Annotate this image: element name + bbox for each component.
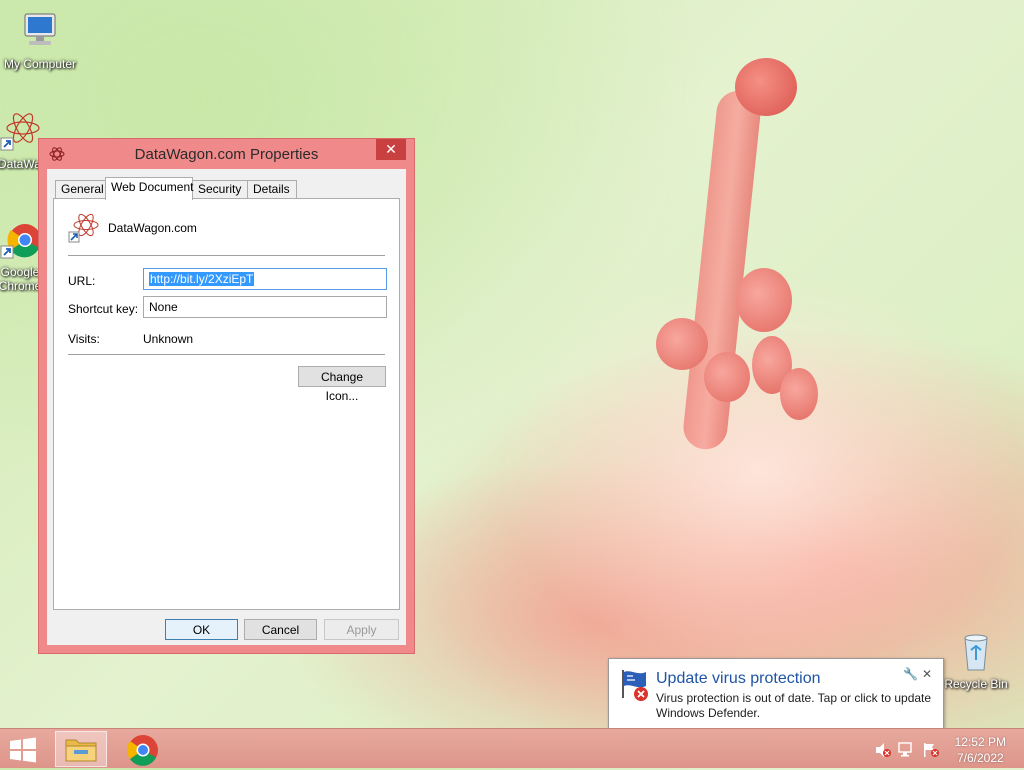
notification-title: Update virus protection bbox=[656, 670, 821, 687]
window-titlebar[interactable]: DataWagon.com Properties ✕ bbox=[39, 139, 414, 169]
network-icon[interactable] bbox=[898, 742, 916, 758]
wallpaper-anther bbox=[704, 352, 750, 402]
apply-button[interactable]: Apply bbox=[324, 619, 399, 640]
desktop-icon-datawagon[interactable]: DataWagon.com bbox=[0, 110, 42, 171]
desktop-icon-label: Google Chrome bbox=[0, 265, 42, 293]
windows-logo-icon bbox=[10, 737, 36, 763]
web-document-panel: DataWagon.com URL: http://bit.ly/2XziEpT… bbox=[53, 198, 400, 610]
action-center-flag-icon[interactable] bbox=[922, 742, 940, 758]
wallpaper-stamen-tip bbox=[735, 58, 797, 116]
desktop-icon-recycle-bin[interactable]: Recycle Bin bbox=[936, 630, 1016, 691]
internet-shortcut-icon bbox=[0, 113, 40, 151]
taskbar-file-explorer[interactable] bbox=[55, 731, 107, 767]
ok-button[interactable]: OK bbox=[165, 619, 238, 640]
cancel-button[interactable]: Cancel bbox=[244, 619, 317, 640]
shortcut-key-label: Shortcut key: bbox=[68, 302, 139, 316]
shortcut-key-value: None bbox=[149, 300, 178, 314]
shortcut-key-field[interactable]: None bbox=[143, 296, 387, 318]
chrome-icon bbox=[0, 224, 41, 259]
tab-security[interactable]: Security bbox=[192, 180, 248, 199]
clock-time: 12:52 PM bbox=[954, 735, 1006, 749]
wallpaper-anther bbox=[656, 318, 708, 370]
desktop-icon-chrome[interactable]: Google Chrome bbox=[0, 218, 42, 293]
window-client-area: General Web Document Security Details Da… bbox=[47, 169, 406, 645]
visits-label: Visits: bbox=[68, 332, 100, 346]
url-value: http://bit.ly/2XziEpT bbox=[149, 272, 255, 286]
desktop-icon-label: DataWagon.com bbox=[0, 157, 42, 171]
close-button[interactable]: ✕ bbox=[376, 139, 406, 160]
shortcut-name: DataWagon.com bbox=[108, 221, 197, 235]
wallpaper-anther bbox=[780, 368, 818, 420]
close-icon: ✕ bbox=[385, 141, 397, 157]
window-title: DataWagon.com Properties bbox=[134, 146, 319, 163]
defender-notification[interactable]: Update virus protection Virus protection… bbox=[608, 658, 944, 730]
recycle-bin-icon bbox=[964, 634, 988, 671]
volume-muted-icon[interactable] bbox=[874, 742, 892, 758]
internet-shortcut-icon bbox=[68, 213, 99, 243]
taskbar: 12:52 PM 7/6/2022 bbox=[0, 728, 1024, 768]
folder-icon bbox=[65, 739, 97, 762]
divider bbox=[68, 255, 385, 256]
desktop-icon-my-computer[interactable]: My Computer bbox=[0, 10, 80, 71]
properties-window: DataWagon.com Properties ✕ General Web D… bbox=[38, 138, 415, 654]
start-button[interactable] bbox=[8, 737, 40, 763]
windows-defender-flag-icon bbox=[622, 670, 648, 701]
close-icon[interactable]: ✕ bbox=[922, 667, 932, 681]
desktop-icon-label: Recycle Bin bbox=[944, 677, 1008, 691]
url-field[interactable]: http://bit.ly/2XziEpT bbox=[143, 268, 387, 290]
taskbar-clock[interactable]: 12:52 PM 7/6/2022 bbox=[955, 734, 1006, 766]
tab-web-document[interactable]: Web Document bbox=[105, 177, 193, 200]
tab-general[interactable]: General bbox=[55, 180, 106, 199]
settings-wrench-icon[interactable]: 🔧 bbox=[903, 667, 918, 681]
desktop-icon-label: My Computer bbox=[3, 57, 77, 71]
notification-body: Virus protection is out of date. Tap or … bbox=[656, 691, 932, 720]
tab-details[interactable]: Details bbox=[247, 180, 297, 199]
taskbar-google-chrome[interactable] bbox=[116, 731, 168, 767]
wallpaper-anther bbox=[736, 268, 792, 332]
computer-icon bbox=[24, 13, 56, 45]
clock-date: 7/6/2022 bbox=[956, 751, 1004, 765]
divider bbox=[68, 354, 385, 355]
change-icon-button[interactable]: Change Icon... bbox=[298, 366, 386, 403]
visits-value: Unknown bbox=[143, 332, 194, 346]
chrome-icon bbox=[127, 735, 158, 766]
url-label: URL: bbox=[68, 274, 96, 288]
